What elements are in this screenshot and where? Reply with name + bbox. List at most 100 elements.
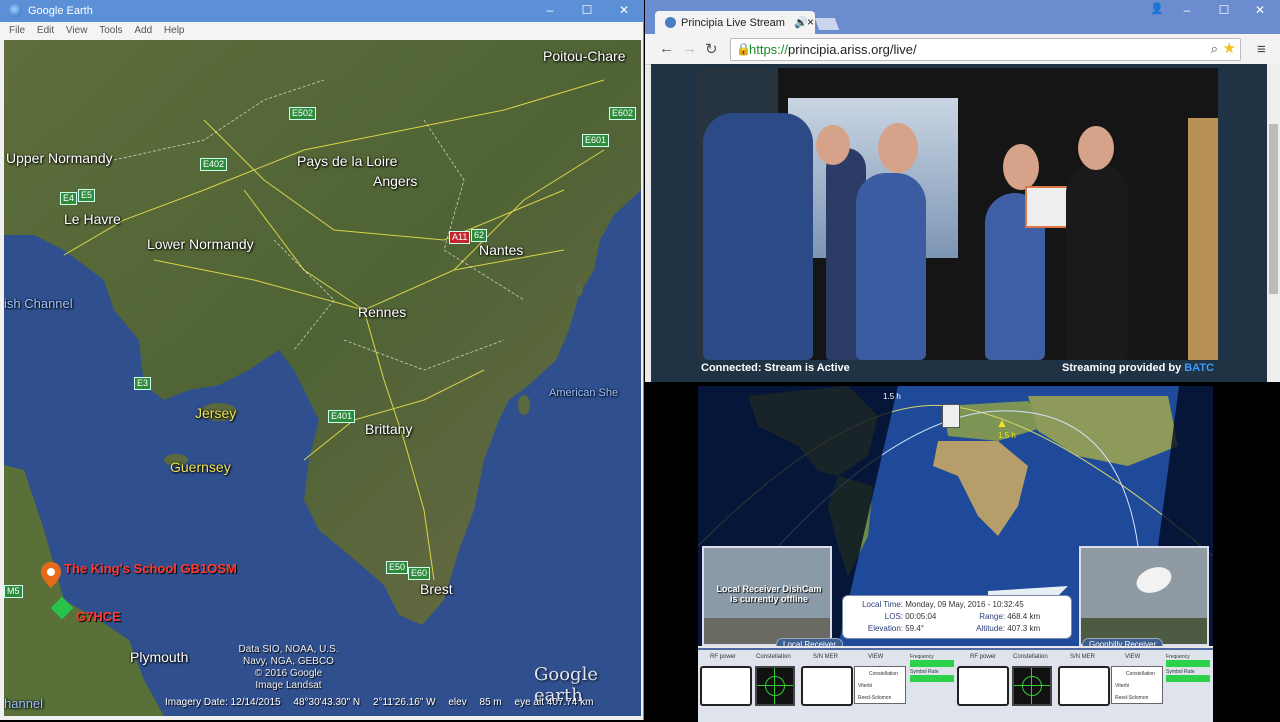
forward-icon[interactable]: → — [682, 40, 697, 57]
page-scrollbar[interactable] — [1267, 64, 1280, 382]
eye-altitude: eye alt 407.74 km — [514, 697, 594, 708]
label-english-channel: ish Channel — [4, 296, 73, 311]
stream-status-bar: Connected: Stream is Active Streaming pr… — [698, 360, 1218, 376]
view-label-2: VIEW — [1125, 654, 1141, 660]
earth-map-view[interactable]: Poitou-Chare Upper Normandy Le Havre Low… — [4, 40, 641, 716]
stream-status: Connected: Stream is Active — [701, 362, 850, 374]
latitude: 48°30'43.30" N — [293, 697, 361, 708]
chrome-maximize-icon[interactable]: ☐ — [1217, 3, 1231, 17]
live-video[interactable] — [698, 68, 1218, 360]
label-brest: Brest — [420, 581, 453, 597]
placemark-g7hce[interactable]: G7HCE — [76, 609, 121, 624]
label-american-shelf: American She — [549, 387, 619, 399]
status-bar: Imagery Date: 12/14/2015 48°30'43.30" N … — [165, 697, 635, 708]
road-e5: E5 — [78, 189, 96, 202]
pass-info-box: Local Time: Monday, 09 May, 2016 - 10:32… — [842, 595, 1072, 639]
favicon-icon — [665, 17, 676, 28]
search-icon[interactable]: ⌕ — [1211, 41, 1218, 57]
chrome-window: Principia Live Stream 🔊 × 👤 – ☐ ✕ ← → ↻ … — [645, 0, 1280, 382]
label-rennes: Rennes — [358, 304, 407, 320]
bookmark-star-icon[interactable]: ★ — [1223, 39, 1236, 57]
road-a11: A11 — [449, 231, 471, 244]
maximize-icon[interactable]: ☐ — [580, 3, 594, 17]
label-brittany: Brittany — [365, 421, 413, 437]
attribution-line-3: Image Landsat — [255, 680, 322, 691]
rf-power-gauge-2 — [957, 666, 1009, 706]
label-pays-de-la-loire: Pays de la Loire — [297, 153, 398, 169]
google-earth-titlebar: Google Earth – ☐ ✕ — [0, 0, 643, 22]
chrome-close-icon[interactable]: ✕ — [1253, 3, 1267, 17]
orbit-label-1: 1.5 h — [883, 392, 901, 401]
tab-close-icon[interactable]: × — [807, 15, 814, 29]
tab-principia[interactable]: Principia Live Stream 🔊 × — [655, 11, 815, 34]
scrollbar-thumb[interactable] — [1269, 124, 1278, 294]
constellation-scope-2 — [1012, 666, 1052, 706]
address-bar[interactable]: 🔒 https://principia.ariss.org/live/ ⌕ ★ — [730, 38, 1241, 61]
chrome-minimize-icon[interactable]: – — [1180, 3, 1194, 17]
constellation-label-1: Constellation — [756, 654, 791, 660]
road-e50: E50 — [386, 561, 409, 574]
constellation-scope-1 — [755, 666, 795, 706]
reload-icon[interactable]: ↻ — [705, 40, 718, 58]
attribution-line-2: © 2016 Google — [254, 668, 323, 679]
new-tab-button[interactable] — [814, 18, 840, 30]
google-earth-window: Google Earth – ☐ ✕ File Edit View Tools … — [0, 0, 644, 720]
tab-title: Principia Live Stream — [681, 17, 785, 29]
orbit-label-2: 1.5 h — [998, 431, 1016, 440]
back-icon[interactable]: ← — [659, 40, 674, 57]
label-nantes: Nantes — [479, 242, 524, 258]
menu-add[interactable]: Add — [134, 25, 152, 36]
page-content: Connected: Stream is Active Streaming pr… — [651, 64, 1267, 382]
road-e601: E601 — [582, 134, 610, 147]
batc-link[interactable]: BATC — [1184, 362, 1214, 374]
los-value: 00:05:04 — [905, 612, 937, 621]
chrome-menu-icon[interactable]: ≡ — [1257, 41, 1266, 58]
local-dishcam: Local Receiver DishCam is currently offl… — [702, 546, 832, 646]
close-icon[interactable]: ✕ — [617, 3, 631, 17]
local-time: Monday, 09 May, 2016 - 10:32:45 — [905, 600, 1024, 609]
goonhilly-receiver-tag[interactable]: Goonhilly Receiver — [1082, 638, 1164, 646]
label-jersey: Jersey — [195, 405, 237, 421]
presenter — [1066, 163, 1128, 360]
road-e3: E3 — [134, 377, 152, 390]
map-attribution: Data SIO, NOAA, U.S. Navy, NGA, GEBCO © … — [226, 644, 351, 692]
rf-power-label-1: RF power — [710, 654, 737, 660]
local-receiver-tag[interactable]: Local Receiver — [776, 638, 843, 646]
profile-icon[interactable]: 👤 — [1150, 2, 1164, 15]
longitude: 2°11'26.16" W — [372, 697, 436, 708]
student-3 — [856, 173, 926, 360]
label-poitou: Poitou-Chare — [543, 48, 626, 64]
road-e402: E402 — [200, 158, 228, 171]
minimize-icon[interactable]: – — [543, 3, 557, 17]
iss-satellite-icon[interactable] — [942, 404, 960, 428]
placemark-pin-icon[interactable] — [41, 562, 61, 588]
student-1 — [703, 113, 813, 360]
speaker-icon[interactable]: 🔊 — [794, 16, 808, 29]
placemark-kings-school[interactable]: The King's School GB1OSM — [64, 561, 237, 576]
menu-help[interactable]: Help — [164, 25, 185, 36]
rf-power-gauge-1 — [700, 666, 752, 706]
attribution-line-1: Data SIO, NOAA, U.S. Navy, NGA, GEBCO — [238, 644, 339, 667]
elevation: 85 m — [479, 697, 502, 708]
imagery-date: Imagery Date: 12/14/2015 — [165, 697, 281, 708]
menu-view[interactable]: View — [66, 25, 88, 36]
range-value: 468.4 km — [1007, 612, 1041, 621]
road-62: 62 — [471, 229, 488, 242]
elevation-value: 59.4° — [905, 624, 925, 633]
banner — [1188, 118, 1218, 360]
menu-file[interactable]: File — [9, 25, 25, 36]
window-title: Google Earth — [28, 5, 93, 17]
station-marker-icon: ▲ — [996, 416, 1008, 430]
frequency-readout-1: Frequency Symbol Rate — [910, 654, 954, 684]
tab-strip: Principia Live Stream 🔊 × 👤 – ☐ ✕ — [645, 0, 1280, 34]
menu-edit[interactable]: Edit — [37, 25, 54, 36]
label-le-havre: Le Havre — [64, 211, 121, 227]
menu-tools[interactable]: Tools — [99, 25, 122, 36]
menu-bar: File Edit View Tools Add Help — [0, 22, 643, 40]
snr-gauge-2 — [1058, 666, 1110, 706]
label-lower-normandy: Lower Normandy — [147, 236, 254, 252]
head-presenter — [1078, 126, 1114, 170]
road-e502: E502 — [289, 107, 317, 120]
road-e44: E4 — [60, 192, 78, 205]
road-e60: E60 — [408, 567, 431, 580]
